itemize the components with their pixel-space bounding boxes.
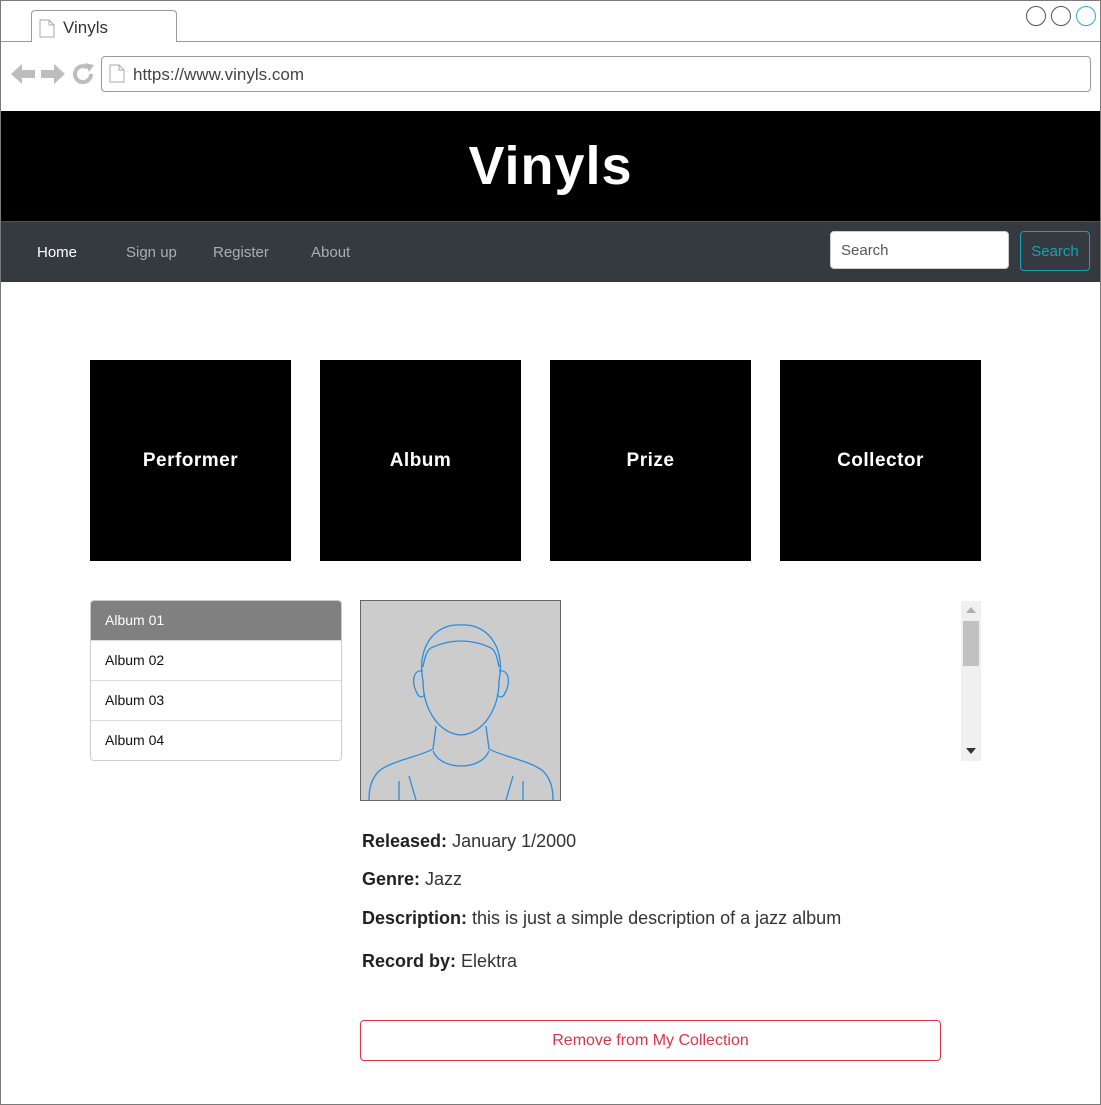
tab-title: Vinyls [63,18,109,37]
browser-tab[interactable]: Vinyls [31,10,177,42]
scroll-up-arrow-icon[interactable] [966,607,976,613]
nav-home[interactable]: Home [37,244,77,261]
category-album[interactable]: Album [320,360,521,561]
record-value: Elektra [461,951,518,971]
address-row: https://www.vinyls.com [1,42,1100,110]
description-label: Description: [362,908,468,928]
tab-bar: Vinyls [1,1,1100,42]
person-placeholder-icon [368,624,554,800]
nav-about[interactable]: About [311,244,350,261]
page-icon [39,19,55,43]
site-header: Vinyls [1,111,1100,221]
description-row: Description: this is just a simple descr… [362,908,841,929]
record-label: Record by: [362,951,457,971]
genre-label: Genre: [362,869,421,889]
released-label: Released: [362,831,448,851]
maximize-icon[interactable] [1051,6,1071,26]
description-value: this is just a simple description of a j… [472,908,842,928]
search-input[interactable] [830,231,1009,269]
navbar: Home Sign up Register About Search [1,221,1100,282]
category-collector[interactable]: Collector [780,360,981,561]
close-icon[interactable] [1076,6,1096,26]
remove-from-collection-button[interactable]: Remove from My Collection [360,1020,941,1061]
url-text: https://www.vinyls.com [133,65,304,84]
forward-arrow-icon[interactable] [41,62,65,91]
genre-row: Genre: Jazz [362,869,462,890]
reload-icon[interactable] [71,62,95,91]
scroll-down-arrow-icon[interactable] [966,748,976,754]
category-prize[interactable]: Prize [550,360,751,561]
page-icon [109,64,125,88]
record-row: Record by: Elektra [362,951,517,972]
minimize-icon[interactable] [1026,6,1046,26]
nav-sign-up[interactable]: Sign up [126,244,177,261]
scrollbar-thumb[interactable] [963,621,979,666]
list-item[interactable]: Album 04 [91,720,341,760]
album-list: Album 01 Album 02 Album 03 Album 04 [90,600,342,761]
nav-register[interactable]: Register [213,244,269,261]
list-item[interactable]: Album 03 [91,680,341,720]
site-title: Vinyls [468,136,633,196]
album-cover-image [360,600,561,801]
search-button[interactable]: Search [1020,231,1090,271]
list-item[interactable]: Album 01 [91,601,341,640]
browser-window: Vinyls https://www.vinyls.com Vinyls Hom… [0,0,1101,1105]
genre-value: Jazz [425,869,463,889]
list-item[interactable]: Album 02 [91,640,341,680]
address-bar[interactable]: https://www.vinyls.com [101,56,1091,92]
released-value: January 1/2000 [452,831,577,851]
vertical-scrollbar[interactable] [961,601,981,761]
released-row: Released: January 1/2000 [362,831,576,852]
category-performer[interactable]: Performer [90,360,291,561]
back-arrow-icon[interactable] [11,62,35,91]
